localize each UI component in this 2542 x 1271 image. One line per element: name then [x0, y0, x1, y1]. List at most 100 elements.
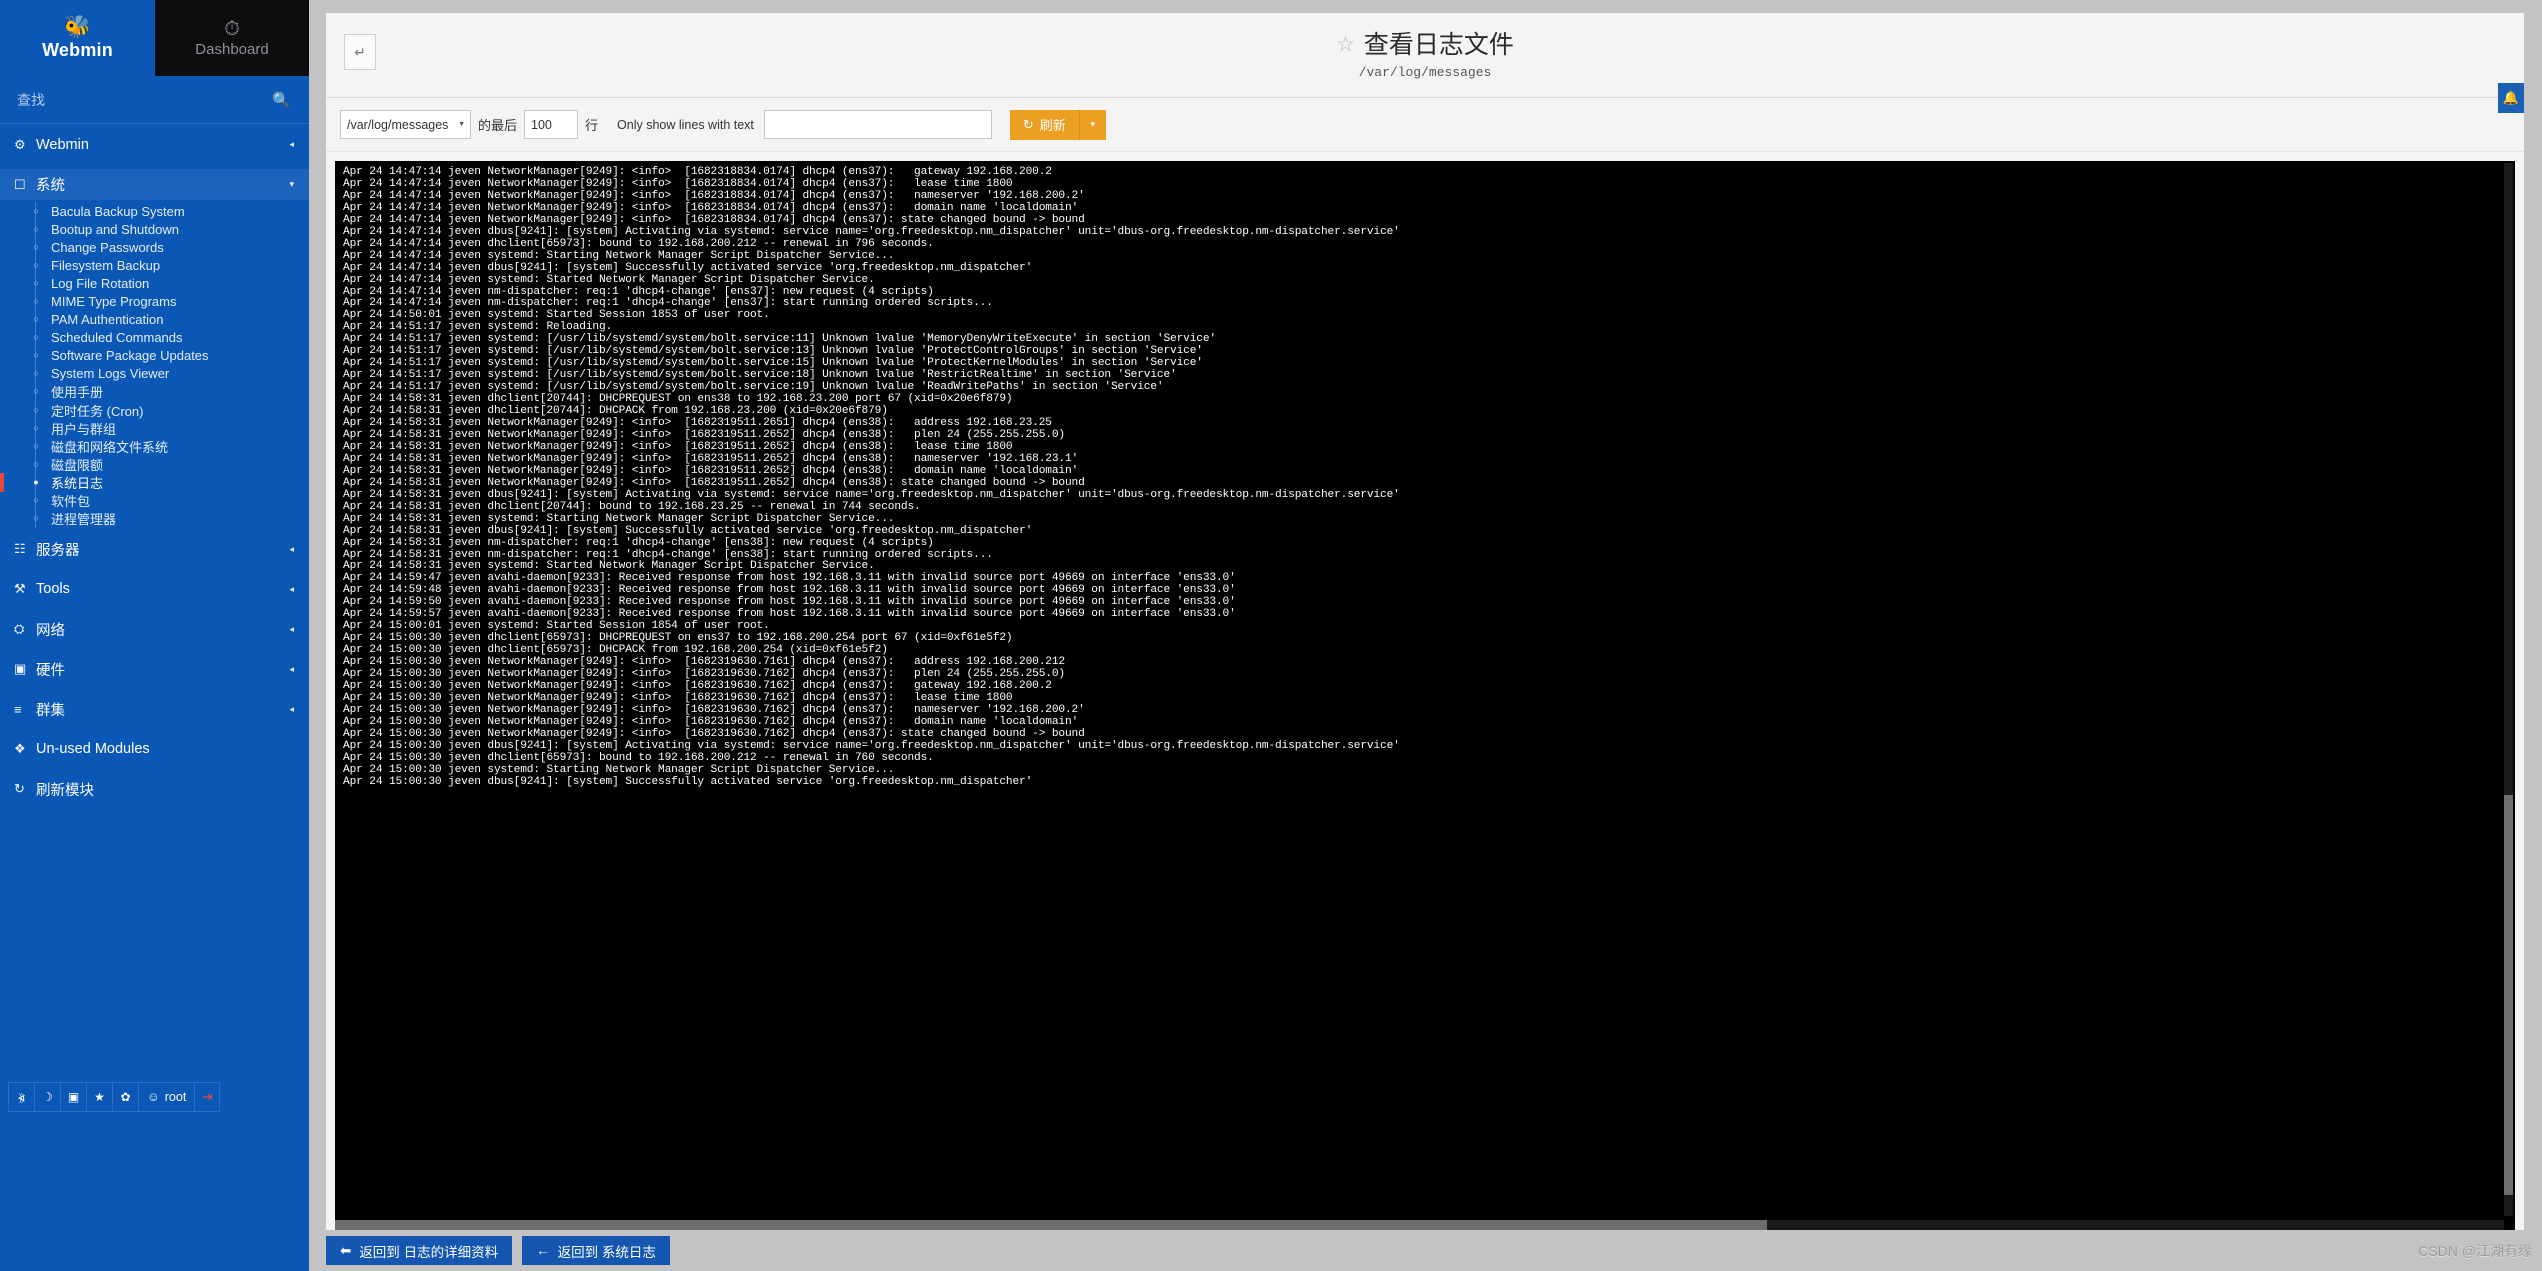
sidebar-item-label: Bootup and Shutdown: [51, 221, 179, 237]
log-file-select[interactable]: /var/log/messages: [340, 110, 471, 139]
menu-gap: [0, 605, 309, 614]
log-line: Apr 24 14:58:31 jeven NetworkManager[924…: [343, 464, 1079, 477]
refresh-label: 刷新: [1039, 118, 1066, 133]
sidebar-search[interactable]: 🔍: [0, 76, 309, 124]
sidebar-group-label: 系统: [36, 178, 65, 194]
lines-count-input[interactable]: [524, 110, 579, 139]
log-horizontal-scrollbar[interactable]: [335, 1220, 2504, 1230]
sidebar-item-label: PAM Authentication: [51, 312, 164, 328]
log-line: Apr 24 15:00:30 jeven dbus[9241]: [syste…: [343, 775, 1033, 788]
server-icon: ☷: [14, 541, 26, 557]
file-select-wrap: /var/log/messages ▼: [340, 110, 471, 139]
sidebar-group-5[interactable]: ▣ 硬件 ◂: [0, 654, 309, 685]
sidebar-item-3[interactable]: ○ Filesystem Backup: [0, 256, 309, 274]
bullet-icon: ○: [33, 386, 39, 397]
sidebar-group-1[interactable]: ☐ 系统 ▾: [0, 169, 309, 200]
sidebar-item-9[interactable]: ○ System Logs Viewer: [0, 365, 309, 383]
sidebar-item-4[interactable]: ○ Log File Rotation: [0, 274, 309, 292]
sidebar-group-3[interactable]: ⚒ Tools ◂: [0, 574, 309, 605]
tab-dashboard[interactable]: ⏱ Dashboard: [155, 0, 309, 76]
bullet-icon: ○: [33, 513, 39, 524]
bullet-icon: ○: [33, 350, 39, 361]
log-line: Apr 24 14:50:01 jeven systemd: Started S…: [343, 309, 770, 322]
sidebar-item-13[interactable]: ○ 磁盘和网络文件系统: [0, 437, 309, 455]
sidebar-footer-user-gear-icon[interactable]: ☺ root: [138, 1082, 195, 1112]
sidebar-group-label: 刷新模块: [36, 782, 94, 799]
sidebar-group-6[interactable]: ≡ 群集 ◂: [0, 694, 309, 725]
sidebar-group-4[interactable]: ⛭ 网络 ◂: [0, 614, 309, 645]
page-title: ☆ 查看日志文件: [1336, 30, 1514, 60]
log-vertical-scroll-thumb[interactable]: [2504, 794, 2513, 1195]
footer-button-0[interactable]: ⬅ 返回到 日志的详细资料: [326, 1236, 513, 1265]
log-vertical-scrollbar[interactable]: [2504, 163, 2513, 1216]
page-title-wrap: ☆ 查看日志文件 /var/log/messages: [326, 30, 2524, 80]
log-horizontal-scroll-thumb[interactable]: [335, 1220, 1767, 1230]
sidebar-footer-collapse-sidebar-icon[interactable]: ⦖: [8, 1082, 34, 1112]
sidebar-item-label: 系统日志: [51, 475, 104, 491]
sidebar-group-label: Un-used Modules: [36, 741, 150, 758]
bullet-icon: ○: [33, 458, 39, 469]
sidebar-item-10[interactable]: ○ 使用手册: [0, 383, 309, 401]
webmin-logo-icon: 🐝: [63, 13, 92, 39]
sidebar-group-label: 群集: [36, 702, 65, 719]
sidebar-group-2[interactable]: ☷ 服务器 ◂: [0, 534, 309, 565]
log-line: Apr 24 14:58:31 jeven systemd: Starting …: [343, 512, 895, 525]
bullet-icon: ○: [33, 404, 39, 415]
sidebar-footer-star-icon[interactable]: ★: [86, 1082, 112, 1112]
search-input[interactable]: [17, 91, 273, 108]
bell-icon[interactable]: 🔔: [2498, 83, 2524, 113]
sidebar-item-2[interactable]: ○ Change Passwords: [0, 238, 309, 256]
star-outline-icon[interactable]: ☆: [1336, 30, 1355, 60]
log-line: Apr 24 14:47:14 jeven systemd: Starting …: [343, 249, 895, 262]
sidebar-item-0[interactable]: ○ Bacula Backup System: [0, 202, 309, 220]
sidebar-item-8[interactable]: ○ Software Package Updates: [0, 347, 309, 365]
sidebar-item-5[interactable]: ○ MIME Type Programs: [0, 292, 309, 310]
sidebar-group-7[interactable]: ❖ Un-used Modules: [0, 734, 309, 765]
sidebar-brand-bar: 🐝 Webmin ⏱ Dashboard: [0, 0, 309, 76]
sidebar-item-17[interactable]: ○ 进程管理器: [0, 510, 309, 528]
sidebar-menu: ⚙ Webmin ◂ ☐ 系统 ▾ ○ Bacula Backup System ○ Bootup…: [0, 124, 309, 1082]
sidebar-group-0[interactable]: ⚙ Webmin ◂: [0, 129, 309, 160]
filter-text-input[interactable]: [763, 110, 992, 139]
top-strip: [309, 0, 2542, 13]
chevron-icon: ◂: [289, 543, 294, 554]
star-icon: ★: [94, 1090, 105, 1104]
log-line: Apr 24 15:00:30 jeven NetworkManager[924…: [343, 715, 1079, 728]
sidebar-item-11[interactable]: ○ 定时任务 (Cron): [0, 401, 309, 419]
menu-gap: [0, 565, 309, 574]
sidebar-group-8[interactable]: ↻ 刷新模块: [0, 774, 309, 805]
brand-label: Webmin: [42, 39, 113, 60]
log-output[interactable]: Apr 24 14:47:14 jeven NetworkManager[924…: [335, 161, 2515, 1230]
refresh-dropdown-button[interactable]: ▾: [1078, 109, 1106, 140]
footer-button-1[interactable]: ← 返回到 系统日志: [522, 1236, 670, 1265]
label-lines: 行: [585, 118, 599, 133]
page-header: ↵ ☆ 查看日志文件 /var/log/messages 🔔: [326, 13, 2524, 113]
page-title-text: 查看日志文件: [1363, 31, 1514, 59]
sidebar-item-label: System Logs Viewer: [51, 366, 170, 382]
sidebar-item-15[interactable]: ● 系统日志: [0, 473, 309, 492]
chevron-icon: ◂: [289, 623, 294, 634]
bullet-icon: ○: [33, 314, 39, 325]
sidebar-item-12[interactable]: ○ 用户与群组: [0, 419, 309, 437]
menu-gap: [0, 725, 309, 734]
back-button[interactable]: ↵: [344, 34, 376, 70]
sidebar-footer-terminal-icon[interactable]: ▣: [60, 1082, 86, 1112]
collapse-sidebar-icon: ⦖: [18, 1089, 25, 1104]
footer-button-label: 返回到 日志的详细资料: [359, 1244, 499, 1260]
search-icon[interactable]: 🔍: [272, 91, 291, 109]
sidebar-footer-logout-icon[interactable]: ⇥: [194, 1082, 221, 1112]
sidebar-item-16[interactable]: ○ 软件包: [0, 492, 309, 510]
unused-modules-icon: ❖: [14, 741, 26, 757]
brand-webmin[interactable]: 🐝 Webmin: [0, 0, 155, 76]
sidebar-footer-palette-icon[interactable]: ✿: [112, 1082, 138, 1112]
palette-icon: ✿: [120, 1090, 131, 1104]
sidebar-item-14[interactable]: ○ 磁盘限额: [0, 455, 309, 473]
bullet-icon: ○: [33, 277, 39, 288]
sidebar-item-1[interactable]: ○ Bootup and Shutdown: [0, 220, 309, 238]
sidebar-item-7[interactable]: ○ Scheduled Commands: [0, 329, 309, 347]
refresh-button[interactable]: ↻ 刷新: [1009, 109, 1079, 140]
chevron-icon: ◂: [289, 583, 294, 594]
bullet-icon: ○: [33, 332, 39, 343]
sidebar-footer-moon-icon[interactable]: ☽: [34, 1082, 60, 1112]
sidebar-item-6[interactable]: ○ PAM Authentication: [0, 311, 309, 329]
